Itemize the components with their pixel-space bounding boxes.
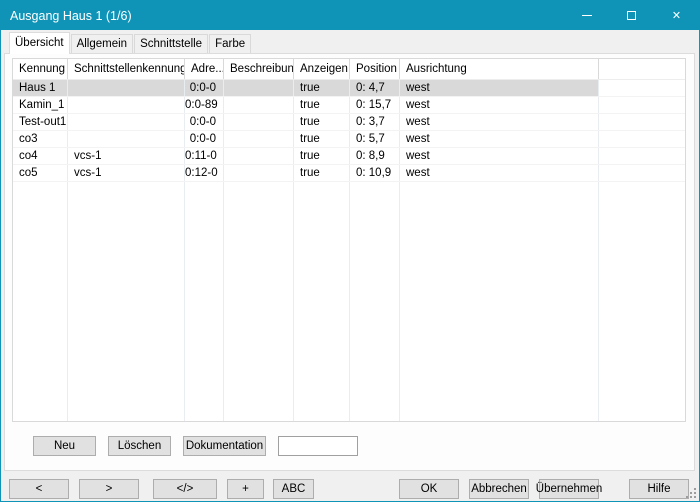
code-view-button[interactable]: </> <box>153 479 217 499</box>
cell-schnittstellenkennung <box>68 97 185 113</box>
column-header-kennung[interactable]: Kennung <box>13 59 68 79</box>
nav-previous-button[interactable]: < <box>9 479 69 499</box>
loeschen-button[interactable]: Löschen <box>108 436 171 456</box>
add-button[interactable]: + <box>227 479 264 499</box>
cell-schnittstellenkennung <box>68 80 185 96</box>
cell-ausrichtung: west <box>400 165 599 181</box>
cell-adresse: 0:12-0 <box>185 165 224 181</box>
tab-strip: ÜbersichtAllgemeinSchnittstelleFarbe <box>9 32 252 54</box>
cell-kennung: Kamin_1 <box>13 97 68 113</box>
cell-schnittstellenkennung: vcs-1 <box>68 165 185 181</box>
cell-anzeigen: true <box>294 131 350 147</box>
cell-adresse: 0:0-0 <box>185 80 224 96</box>
cell-kennung: co3 <box>13 131 68 147</box>
cell-beschreibung <box>224 148 294 164</box>
cell-ausrichtung: west <box>400 97 599 113</box>
cell-kennung: co5 <box>13 165 68 181</box>
cell-position: 0: 8,9 <box>350 148 400 164</box>
table-row-haus-1[interactable]: Haus 1 0:0-0 true0: 4,7west <box>13 80 685 97</box>
cell-schnittstellenkennung: vcs-1 <box>68 148 185 164</box>
cell-anzeigen: true <box>294 80 350 96</box>
cell-anzeigen: true <box>294 97 350 113</box>
cell-anzeigen: true <box>294 114 350 130</box>
ok-button[interactable]: OK <box>399 479 459 499</box>
dialog-window: Ausgang Haus 1 (1/6) ✕ ÜbersichtAllgemei… <box>0 0 700 502</box>
close-button[interactable]: ✕ <box>654 1 699 30</box>
cell-position: 0: 3,7 <box>350 114 400 130</box>
close-icon: ✕ <box>672 9 681 22</box>
cell-schnittstellenkennung <box>68 131 185 147</box>
cell-ausrichtung: west <box>400 131 599 147</box>
cell-adresse: 0:0-0 <box>185 114 224 130</box>
dokumentation-button[interactable]: Dokumentation <box>183 436 266 456</box>
cell-schnittstellenkennung <box>68 114 185 130</box>
cell-position: 0: 15,7 <box>350 97 400 113</box>
column-header-filler <box>599 59 685 79</box>
minimize-icon <box>582 15 592 16</box>
cell-beschreibung <box>224 114 294 130</box>
cell-position: 0: 4,7 <box>350 80 400 96</box>
column-header-position[interactable]: Position <box>350 59 400 79</box>
table-row-kamin-1[interactable]: Kamin_1 0:0-89 true0: 15,7west <box>13 97 685 114</box>
window-controls: ✕ <box>564 1 699 30</box>
column-header-ausrichtung[interactable]: Ausrichtung <box>400 59 599 79</box>
cell-kennung: Test-out1 <box>13 114 68 130</box>
tab-allgemein[interactable]: Allgemein <box>71 34 134 53</box>
window-title: Ausgang Haus 1 (1/6) <box>1 9 132 23</box>
cell-ausrichtung: west <box>400 80 599 96</box>
column-header-schnittstellenkennung[interactable]: Schnittstellenkennung <box>68 59 185 79</box>
outputs-table: KennungSchnittstellenkennungAdre...Besch… <box>12 58 686 422</box>
cell-adresse: 0:0-0 <box>185 131 224 147</box>
title-bar[interactable]: Ausgang Haus 1 (1/6) ✕ <box>1 1 699 30</box>
table-row-co4[interactable]: co4vcs-10:11-0 true0: 8,9west <box>13 148 685 165</box>
cell-adresse: 0:11-0 <box>185 148 224 164</box>
cell-beschreibung <box>224 165 294 181</box>
cell-position: 0: 5,7 <box>350 131 400 147</box>
hilfe-button[interactable]: Hilfe <box>629 479 689 499</box>
cell-adresse: 0:0-89 <box>185 97 224 113</box>
table-row-co3[interactable]: co3 0:0-0 true0: 5,7west <box>13 131 685 148</box>
cell-kennung: co4 <box>13 148 68 164</box>
table-row-test-out1[interactable]: Test-out1 0:0-0 true0: 3,7west <box>13 114 685 131</box>
resize-grip[interactable] <box>685 487 696 498</box>
maximize-icon <box>627 11 636 20</box>
cell-ausrichtung: west <box>400 114 599 130</box>
tab-page-uebersicht: KennungSchnittstellenkennungAdre...Besch… <box>4 53 695 471</box>
tab-schnittstelle[interactable]: Schnittstelle <box>134 34 208 53</box>
column-header-adresse[interactable]: Adre... <box>185 59 224 79</box>
table-body: Haus 10:0-0true0: 4,7westKamin_10:0-89tr… <box>13 80 685 182</box>
column-header-anzeigen[interactable]: Anzeigen <box>294 59 350 79</box>
table-header: KennungSchnittstellenkennungAdre...Besch… <box>13 59 685 80</box>
tab--bersicht[interactable]: Übersicht <box>9 32 70 54</box>
nav-next-button[interactable]: > <box>79 479 139 499</box>
cell-beschreibung <box>224 80 294 96</box>
kennung-input[interactable] <box>278 436 358 456</box>
maximize-button[interactable] <box>609 1 654 30</box>
cell-beschreibung <box>224 131 294 147</box>
cell-position: 0: 10,9 <box>350 165 400 181</box>
cell-beschreibung <box>224 97 294 113</box>
column-header-beschreibung[interactable]: Beschreibung <box>224 59 294 79</box>
minimize-button[interactable] <box>564 1 609 30</box>
table-row-co5[interactable]: co5vcs-10:12-0 true0: 10,9west <box>13 165 685 182</box>
table-action-bar: Neu Löschen Dokumentation <box>33 436 358 456</box>
cell-kennung: Haus 1 <box>13 80 68 96</box>
neu-button[interactable]: Neu <box>33 436 96 456</box>
cell-anzeigen: true <box>294 148 350 164</box>
abbrechen-button[interactable]: Abbrechen <box>469 479 529 499</box>
cell-ausrichtung: west <box>400 148 599 164</box>
uebernehmen-button[interactable]: Übernehmen <box>539 479 599 499</box>
cell-anzeigen: true <box>294 165 350 181</box>
tab-farbe[interactable]: Farbe <box>209 34 251 53</box>
abc-button[interactable]: ABC <box>273 479 314 499</box>
